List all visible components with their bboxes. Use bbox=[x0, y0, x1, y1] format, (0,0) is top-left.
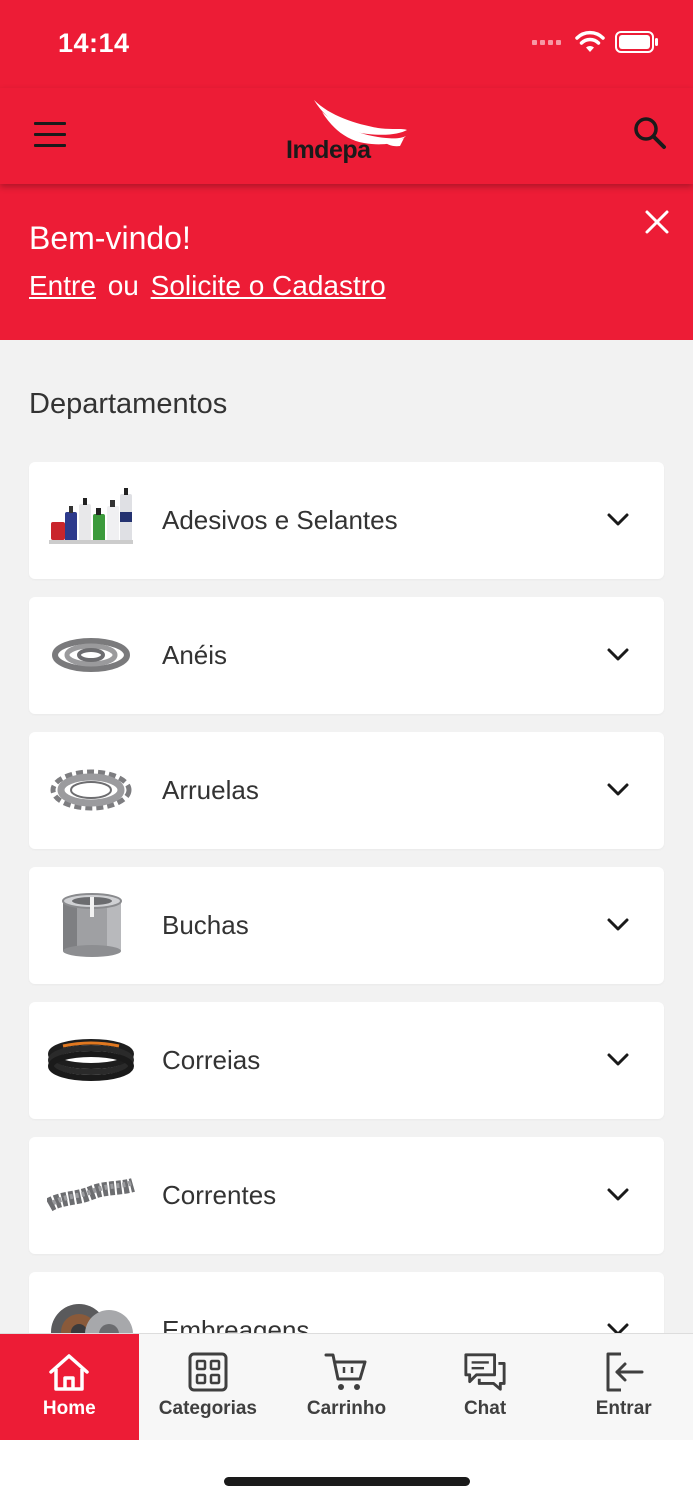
chevron-down-icon bbox=[607, 783, 629, 796]
rings-icon bbox=[52, 638, 130, 672]
cellular-signal-icon bbox=[532, 39, 561, 45]
department-item-buchas[interactable]: Buchas bbox=[29, 867, 664, 984]
tab-chat[interactable]: Chat bbox=[416, 1334, 555, 1440]
wifi-icon bbox=[575, 30, 605, 52]
bushing-icon bbox=[62, 893, 122, 957]
search-icon[interactable] bbox=[633, 116, 667, 150]
chevron-down-icon bbox=[607, 918, 629, 931]
logo-text: Imdepa bbox=[286, 136, 371, 164]
department-item-correntes[interactable]: Correntes bbox=[29, 1137, 664, 1254]
home-indicator[interactable] bbox=[224, 1477, 470, 1486]
department-label: Arruelas bbox=[162, 775, 259, 805]
chat-icon bbox=[464, 1353, 506, 1391]
cart-icon bbox=[324, 1353, 367, 1390]
chain-icon bbox=[47, 1178, 135, 1212]
tab-entrar[interactable]: Entrar bbox=[554, 1334, 693, 1440]
tab-label: Categorias bbox=[158, 1398, 257, 1419]
login-icon bbox=[606, 1352, 644, 1392]
chevron-down-icon bbox=[607, 513, 629, 526]
department-label: Correias bbox=[162, 1045, 261, 1075]
status-bar: 14:14 bbox=[0, 0, 693, 88]
department-item-adesivos[interactable]: Adesivos e Selantes bbox=[29, 462, 664, 579]
department-label: Correntes bbox=[162, 1180, 277, 1210]
tab-label: Chat bbox=[463, 1398, 507, 1419]
top-nav-bar: Imdepa bbox=[0, 88, 693, 184]
hamburger-menu-icon[interactable] bbox=[34, 122, 68, 148]
department-label: Buchas bbox=[162, 910, 249, 940]
login-link[interactable]: Entre bbox=[29, 270, 96, 301]
welcome-title: Bem-vindo! bbox=[29, 220, 191, 256]
status-time: 14:14 bbox=[58, 28, 130, 58]
status-icons bbox=[532, 30, 659, 54]
departments-list: Adesivos e Selantes Anéis Arruelas Bucha… bbox=[29, 462, 664, 1407]
tab-label: Entrar bbox=[595, 1398, 652, 1419]
adhesive-bottles-icon bbox=[49, 488, 133, 544]
belts-icon bbox=[48, 1039, 134, 1081]
tab-carrinho[interactable]: Carrinho bbox=[277, 1334, 416, 1440]
welcome-banner: Bem-vindo! Entre ou Solicite o Cadastro bbox=[0, 184, 693, 340]
department-label: Anéis bbox=[162, 640, 228, 670]
department-label: Adesivos e Selantes bbox=[162, 505, 398, 535]
department-item-correias[interactable]: Correias bbox=[29, 1002, 664, 1119]
departments-title: Departamentos bbox=[29, 388, 228, 420]
tab-label: Carrinho bbox=[306, 1398, 387, 1419]
welcome-links: Entre ou Solicite o Cadastro bbox=[29, 270, 386, 302]
chevron-down-icon bbox=[607, 648, 629, 661]
tab-home[interactable]: Home bbox=[0, 1334, 139, 1440]
register-link[interactable]: Solicite o Cadastro bbox=[151, 270, 386, 301]
tab-label: Home bbox=[42, 1398, 96, 1419]
imdepa-logo: Imdepa bbox=[286, 98, 411, 168]
chevron-down-icon bbox=[607, 1188, 629, 1201]
bottom-tab-bar: Home Categorias Carrinho Chat Entrar bbox=[0, 1333, 693, 1440]
department-item-aneis[interactable]: Anéis bbox=[29, 597, 664, 714]
washer-icon bbox=[50, 769, 132, 811]
home-indicator-area bbox=[0, 1440, 693, 1500]
home-icon bbox=[49, 1354, 90, 1391]
battery-icon bbox=[615, 31, 658, 53]
chevron-down-icon bbox=[607, 1053, 629, 1066]
tab-categorias[interactable]: Categorias bbox=[139, 1334, 278, 1440]
welcome-separator: ou bbox=[107, 270, 139, 301]
close-icon[interactable] bbox=[643, 208, 671, 236]
department-item-arruelas[interactable]: Arruelas bbox=[29, 732, 664, 849]
grid-icon bbox=[188, 1352, 228, 1392]
